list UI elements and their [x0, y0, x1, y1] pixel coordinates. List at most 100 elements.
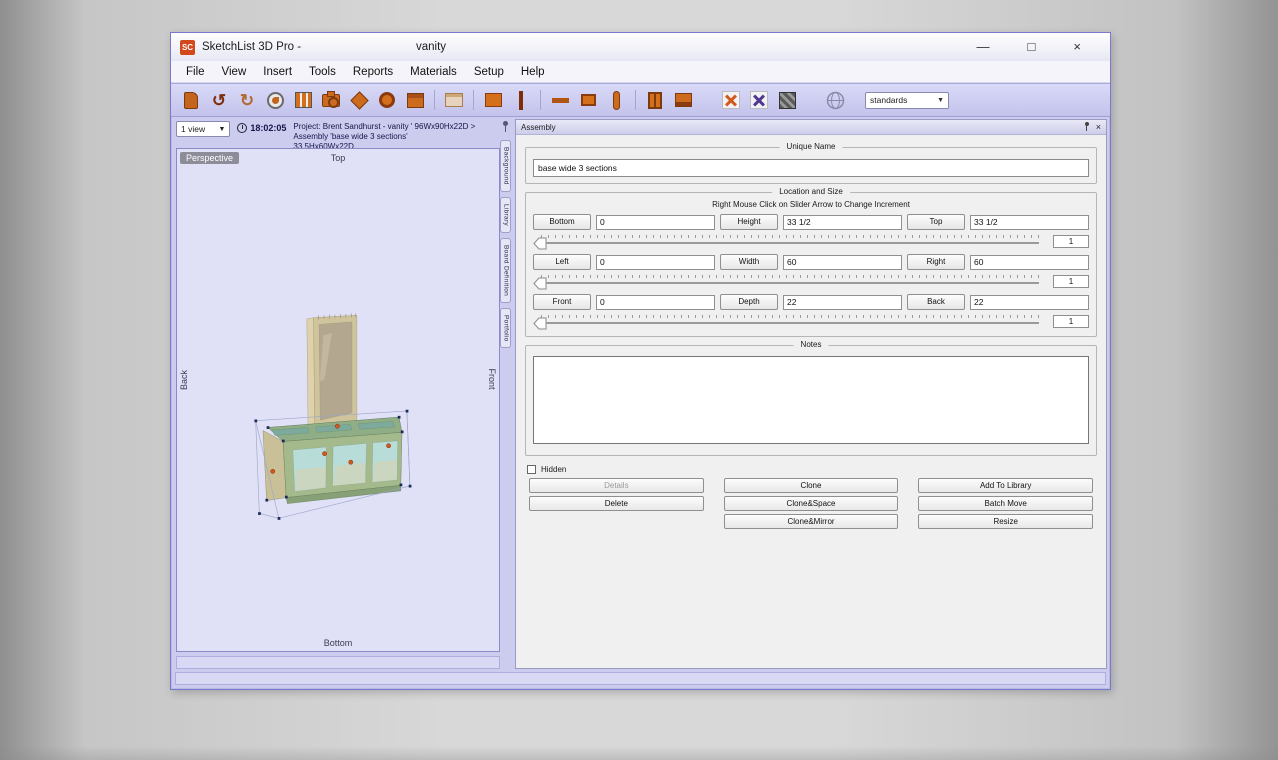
height-slider[interactable]	[533, 233, 1041, 249]
menu-materials[interactable]: Materials	[402, 64, 465, 80]
menu-setup[interactable]: Setup	[466, 64, 512, 80]
globe-icon[interactable]	[823, 87, 847, 113]
assembly-panel-titlebar[interactable]: Assembly ×	[516, 120, 1106, 135]
add-to-library-button[interactable]: Add To Library	[918, 478, 1093, 493]
viewport-column: 1 view ▼ 18:02:05 Project: Brent Sandhur…	[176, 119, 500, 669]
move-object-icon[interactable]	[347, 87, 371, 113]
panel-pin-icon[interactable]	[1084, 122, 1090, 132]
height-button[interactable]: Height	[720, 214, 778, 230]
clone-space-button[interactable]: Clone&Space	[724, 496, 899, 511]
top-input[interactable]	[970, 215, 1089, 230]
3d-viewport[interactable]: Perspective Top Bottom Back Front	[176, 148, 500, 652]
undo-icon[interactable]: ↺	[207, 87, 231, 113]
resize-button[interactable]: Resize	[918, 514, 1093, 529]
top-button[interactable]: Top	[907, 214, 965, 230]
pin-icon[interactable]	[502, 121, 509, 133]
menu-reports[interactable]: Reports	[345, 64, 401, 80]
main-toolbar: ↺ ↻	[171, 83, 1110, 117]
clone-mirror-button[interactable]: Clone&Mirror	[724, 514, 899, 529]
base-cabinet[interactable]	[263, 417, 402, 504]
close-button[interactable]: ×	[1073, 33, 1081, 61]
texture-icon[interactable]	[775, 87, 799, 113]
mirror-tower[interactable]	[307, 313, 357, 430]
left-input[interactable]	[596, 255, 715, 270]
vertical-board-icon[interactable]	[509, 87, 533, 113]
width-slider[interactable]	[533, 273, 1041, 289]
new-board-icon[interactable]	[179, 87, 203, 113]
details-button[interactable]: Details	[529, 478, 704, 493]
vanity-3d-model[interactable]	[177, 149, 499, 651]
bottom-input[interactable]	[596, 215, 715, 230]
width-button[interactable]: Width	[720, 254, 778, 270]
minimize-button[interactable]: —	[977, 33, 990, 61]
back-button[interactable]: Back	[907, 294, 965, 310]
back-input[interactable]	[970, 295, 1089, 310]
clamp-icon[interactable]	[604, 87, 628, 113]
standards-dropdown[interactable]: standards ▼	[865, 92, 949, 109]
width-increment-input[interactable]	[1053, 275, 1089, 288]
depth-row: Front Depth Back	[533, 294, 1089, 310]
height-input[interactable]	[783, 215, 902, 230]
delete-board-icon[interactable]	[719, 87, 743, 113]
height-increment-input[interactable]	[1053, 235, 1089, 248]
menu-help[interactable]: Help	[513, 64, 553, 80]
right-button[interactable]: Right	[907, 254, 965, 270]
depth-slider[interactable]	[533, 313, 1041, 329]
menu-tools[interactable]: Tools	[301, 64, 344, 80]
redo-icon[interactable]: ↻	[235, 87, 259, 113]
location-size-group: Location and Size Right Mouse Click on S…	[525, 192, 1097, 337]
height-row: Bottom Height Top	[533, 214, 1089, 230]
tab-portfolio[interactable]: Portfolio	[500, 308, 511, 349]
notes-label: Notes	[794, 340, 829, 349]
bottom-button[interactable]: Bottom	[533, 214, 591, 230]
width-input[interactable]	[783, 255, 902, 270]
delete-assembly-icon[interactable]	[747, 87, 771, 113]
front-button[interactable]: Front	[533, 294, 591, 310]
app-title: SketchList 3D Pro -	[202, 41, 301, 53]
slider-thumb[interactable]	[533, 317, 547, 335]
camera-snapshot-icon[interactable]	[319, 87, 343, 113]
slider-thumb[interactable]	[533, 277, 547, 295]
batch-move-button[interactable]: Batch Move	[918, 496, 1093, 511]
slider-track[interactable]	[535, 282, 1039, 284]
tab-library[interactable]: Library	[500, 197, 511, 233]
panel-close-icon[interactable]: ×	[1096, 122, 1101, 132]
slider-track[interactable]	[535, 322, 1039, 324]
view-bar: 1 view ▼ 18:02:05 Project: Brent Sandhur…	[176, 119, 500, 148]
disc-icon[interactable]	[375, 87, 399, 113]
menu-view[interactable]: View	[214, 64, 255, 80]
menu-insert[interactable]: Insert	[255, 64, 300, 80]
slider-hint-text: Right Mouse Click on Slider Arrow to Cha…	[533, 200, 1089, 209]
left-button[interactable]: Left	[533, 254, 591, 270]
depth-increment-input[interactable]	[1053, 315, 1089, 328]
shelf-board-icon[interactable]	[576, 87, 600, 113]
cabinet-icon[interactable]	[403, 87, 427, 113]
delete-button[interactable]: Delete	[529, 496, 704, 511]
tab-board-definition[interactable]: Board Definition	[500, 238, 511, 303]
width-row: Left Width Right	[533, 254, 1089, 270]
unique-name-label: Unique Name	[780, 142, 843, 151]
slider-thumb[interactable]	[533, 237, 547, 255]
horizontal-board-icon[interactable]	[548, 87, 572, 113]
hidden-checkbox[interactable]	[527, 465, 536, 474]
maximize-button[interactable]: □	[1028, 33, 1036, 61]
layout-grid-icon[interactable]	[291, 87, 315, 113]
board-outline-icon[interactable]	[442, 87, 466, 113]
front-input[interactable]	[596, 295, 715, 310]
title-bar[interactable]: SC SketchList 3D Pro - vanity — □ ×	[171, 33, 1110, 61]
view-count-dropdown[interactable]: 1 view ▼	[176, 121, 230, 137]
menu-file[interactable]: File	[178, 64, 213, 80]
door-icon[interactable]	[643, 87, 667, 113]
slider-track[interactable]	[535, 242, 1039, 244]
view-count-value: 1 view	[181, 124, 205, 134]
notes-textarea[interactable]	[533, 356, 1089, 444]
right-input[interactable]	[970, 255, 1089, 270]
clone-button[interactable]: Clone	[724, 478, 899, 493]
panel-icon[interactable]	[481, 87, 505, 113]
depth-button[interactable]: Depth	[720, 294, 778, 310]
depth-input[interactable]	[783, 295, 902, 310]
tab-background[interactable]: Background	[500, 140, 511, 192]
unique-name-input[interactable]	[533, 159, 1089, 177]
drawer-icon[interactable]	[671, 87, 695, 113]
timer-icon[interactable]	[263, 87, 287, 113]
